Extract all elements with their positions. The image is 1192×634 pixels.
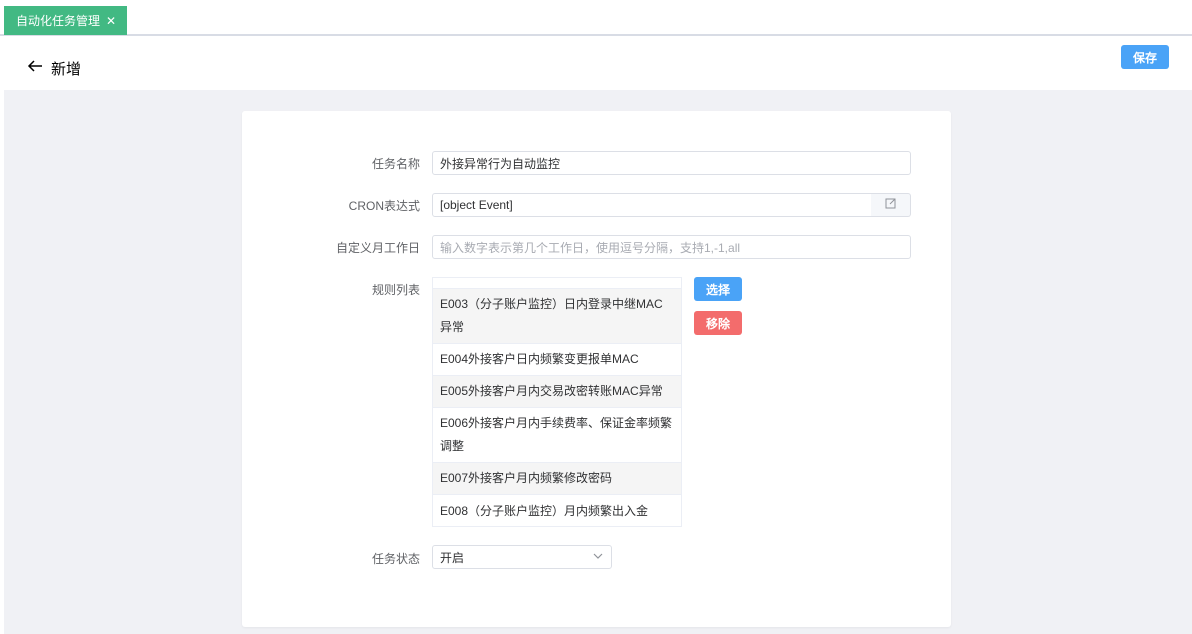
tab-label: 自动化任务管理: [16, 14, 101, 28]
save-button[interactable]: 保存: [1121, 45, 1169, 69]
rules-label: 规则列表: [371, 283, 420, 297]
status-select[interactable]: 开启: [432, 545, 612, 569]
edit-icon: [885, 196, 897, 214]
workday-label: 自定义月工作日: [335, 241, 420, 255]
list-item[interactable]: E004外接客户日内频繁变更报单MAC: [433, 344, 681, 376]
rule-list-header: [433, 278, 681, 289]
remove-button[interactable]: 移除: [694, 311, 742, 335]
tab-bar: 自动化任务管理 ✕: [0, 0, 1192, 36]
list-item[interactable]: E008（分子账户监控）月内频繁出入金: [433, 495, 681, 527]
task-name-label: 任务名称: [371, 157, 420, 171]
page-title: 新增: [51, 61, 82, 78]
select-button[interactable]: 选择: [694, 277, 742, 301]
cron-edit-button[interactable]: [871, 193, 911, 217]
list-item[interactable]: E003（分子账户监控）日内登录中继MAC异常: [433, 289, 681, 344]
list-item[interactable]: E006外接客户月内手续费率、保证金率频繁调整: [433, 408, 681, 463]
task-name-input[interactable]: 外接异常行为自动监控: [432, 151, 911, 175]
status-label: 任务状态: [371, 552, 420, 566]
status-value: 开启: [440, 550, 465, 565]
list-item[interactable]: E007外接客户月内频繁修改密码: [433, 463, 681, 495]
tab-automation-task[interactable]: 自动化任务管理 ✕: [4, 6, 128, 35]
arrow-left-icon[interactable]: [26, 57, 44, 75]
cron-input[interactable]: [object Event]: [432, 193, 872, 217]
list-item[interactable]: E005外接客户月内交易改密转账MAC异常: [433, 376, 681, 408]
cron-label: CRON表达式: [348, 199, 420, 213]
chevron-down-icon: [592, 550, 604, 565]
close-icon[interactable]: ✕: [106, 15, 116, 27]
workday-input[interactable]: 输入数字表示第几个工作日，使用逗号分隔，支持1,-1,all: [432, 235, 911, 259]
rule-list: E003（分子账户监控）日内登录中继MAC异常 E004外接客户日内频繁变更报单…: [432, 277, 682, 527]
